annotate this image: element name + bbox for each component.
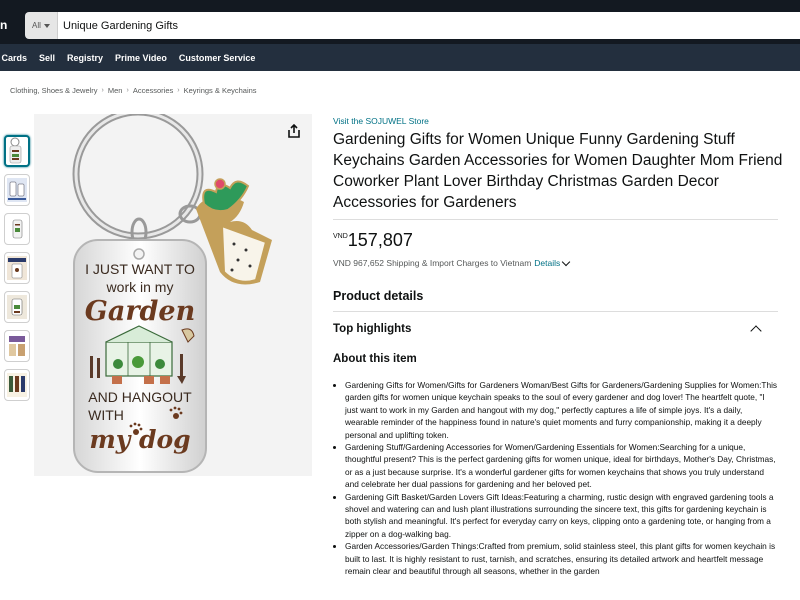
shipping-info: VND 967,652 Shipping & Import Charges to… — [333, 257, 783, 268]
shipping-details-link[interactable]: Details — [534, 258, 560, 268]
thumbnail[interactable] — [4, 135, 30, 167]
tag-line1: I JUST WANT TO — [85, 261, 195, 277]
thumbnail[interactable] — [4, 330, 30, 362]
list-item: Gardening Gift Basket/Garden Lovers Gift… — [345, 491, 778, 541]
tag-line5: WITH — [88, 407, 124, 423]
chevron-up-icon[interactable] — [750, 324, 762, 337]
search-category-label: All — [32, 21, 41, 30]
about-bullets: Gardening Gifts for Women/Gifts for Gard… — [333, 379, 778, 578]
tag-line3: Garden — [85, 296, 195, 327]
price-currency: VND — [333, 233, 348, 240]
caret-down-icon — [43, 23, 50, 28]
thumbnail[interactable] — [4, 213, 30, 245]
list-item: Gardening Stuff/Gardening Accessories fo… — [345, 441, 778, 491]
share-icon[interactable] — [286, 123, 302, 139]
breadcrumb-separator-icon: › — [101, 87, 104, 94]
nav-item-registry[interactable]: Registry — [67, 53, 103, 63]
top-highlights-toggle[interactable]: Top highlights — [333, 311, 778, 345]
thumbnail-strip — [4, 135, 32, 408]
product-title: Gardening Gifts for Women Unique Funny G… — [333, 131, 783, 211]
top-highlights-label: Top highlights — [333, 322, 412, 335]
keychain-illustration: I JUST WANT TO work in my Garden AND HAN… — [72, 108, 272, 473]
list-item: Gardening Gifts for Women/Gifts for Gard… — [345, 379, 778, 441]
store-link[interactable]: Visit the SOJUWEL Store — [333, 116, 783, 126]
tag-line2: work in my — [106, 279, 174, 295]
price-value: 157,807 — [347, 230, 413, 250]
divider — [333, 219, 778, 220]
tag-line4: AND HANGOUT — [88, 389, 192, 405]
nav-item-gift-cards[interactable]: t Cards — [0, 53, 27, 63]
breadcrumb-item[interactable]: Accessories — [133, 86, 173, 95]
breadcrumb-item[interactable]: Men — [108, 86, 123, 95]
breadcrumb-separator-icon: › — [126, 87, 129, 94]
breadcrumb-item[interactable]: Keyrings & Keychains — [184, 86, 257, 95]
thumbnail[interactable] — [4, 291, 30, 323]
main-product-image[interactable]: I JUST WANT TO work in my Garden AND HAN… — [34, 108, 312, 476]
nav-belt: t Cards Sell Registry Prime Video Custom… — [0, 44, 800, 71]
logo-fragment[interactable]: n — [0, 18, 14, 38]
nav-item-customer-service[interactable]: Customer Service — [179, 53, 256, 63]
thumbnail[interactable] — [4, 252, 30, 284]
about-heading: About this item — [333, 353, 417, 365]
top-header: n All — [0, 0, 800, 44]
search-input[interactable] — [58, 12, 800, 39]
chevron-down-icon[interactable] — [562, 257, 571, 266]
thumbnail[interactable] — [4, 174, 30, 206]
search-bar: All — [25, 12, 800, 39]
shipping-text: VND 967,652 Shipping & Import Charges to… — [333, 258, 532, 268]
product-info: Visit the SOJUWEL Store Gardening Gifts … — [333, 114, 783, 578]
nav-item-sell[interactable]: Sell — [39, 53, 55, 63]
product-details-heading: Product details — [333, 289, 424, 303]
price: VND 157,807 — [333, 230, 783, 250]
breadcrumb: Clothing, Shoes & Jewelry › Men › Access… — [10, 86, 257, 95]
thumbnail[interactable] — [4, 369, 30, 401]
nav-item-prime-video[interactable]: Prime Video — [115, 53, 167, 63]
search-category-dropdown[interactable]: All — [25, 12, 58, 39]
breadcrumb-item[interactable]: Clothing, Shoes & Jewelry — [10, 86, 98, 95]
list-item: Garden Accessories/Garden Things:Crafted… — [345, 540, 778, 577]
breadcrumb-separator-icon: › — [177, 87, 180, 94]
